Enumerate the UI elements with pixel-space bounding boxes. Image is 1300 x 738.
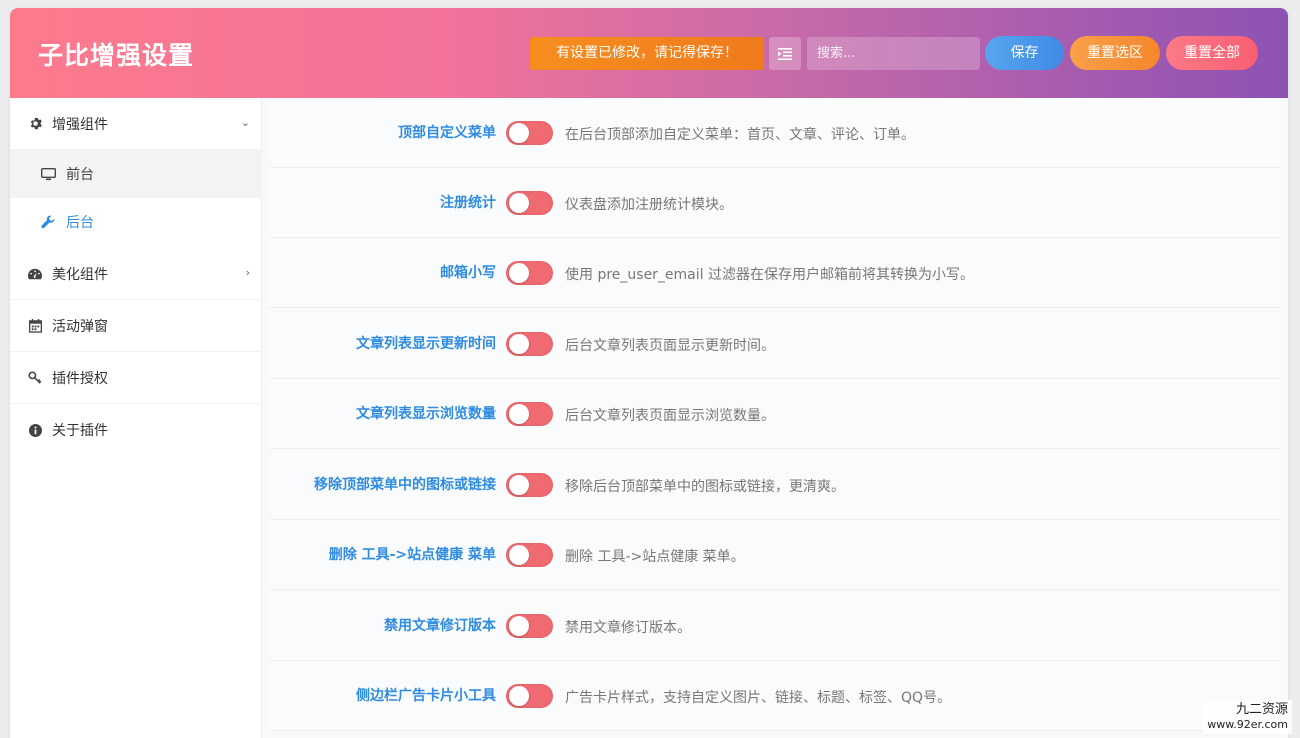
toggle-knob	[509, 193, 529, 213]
setting-row: 删除 工具->站点健康 菜单 删除 工具->站点健康 菜单。	[270, 520, 1280, 590]
setting-label: 侧边栏广告卡片小工具	[356, 688, 496, 704]
sidebar-item-label: 美化组件	[52, 266, 108, 283]
sidebar-subitem-label: 后台	[66, 215, 94, 231]
setting-row: 注册统计 仪表盘添加注册统计模块。	[270, 168, 1280, 238]
unsaved-notice: 有设置已修改，请记得保存！	[530, 37, 764, 70]
toggle-switch[interactable]	[506, 543, 553, 567]
sidebar-item-beautify[interactable]: 美化组件 ›	[10, 248, 262, 300]
watermark-line2: www.92er.com	[1207, 718, 1288, 731]
reset-all-button[interactable]: 重置全部	[1166, 36, 1258, 70]
dashboard-icon	[28, 267, 42, 281]
toggle-switch[interactable]	[506, 261, 553, 285]
setting-label: 删除 工具->站点健康 菜单	[328, 547, 496, 563]
monitor-icon	[40, 167, 56, 181]
setting-description: 后台文章列表页面显示浏览数量。	[565, 408, 775, 424]
toggle-knob	[509, 475, 529, 495]
expand-all-button[interactable]	[769, 37, 801, 70]
sidebar-item-label: 活动弹窗	[52, 318, 108, 335]
setting-label: 文章列表显示更新时间	[356, 336, 496, 352]
setting-row: 邮箱小写 使用 pre_user_email 过滤器在保存用户邮箱前将其转换为小…	[270, 238, 1280, 308]
toggle-switch[interactable]	[506, 332, 553, 356]
setting-row: 顶部自定义菜单 在后台顶部添加自定义菜单：首页、文章、评论、订单。	[270, 98, 1280, 168]
toggle-switch[interactable]	[506, 121, 553, 145]
info-icon	[28, 423, 42, 437]
setting-description: 使用 pre_user_email 过滤器在保存用户邮箱前将其转换为小写。	[565, 267, 974, 283]
toggle-switch[interactable]	[506, 191, 553, 215]
toggle-knob	[509, 263, 529, 283]
sidebar-item-about[interactable]: 关于插件	[10, 404, 262, 456]
setting-description: 禁用文章修订版本。	[565, 620, 691, 636]
setting-description: 仪表盘添加注册统计模块。	[565, 197, 733, 213]
reset-section-button[interactable]: 重置选区	[1070, 36, 1160, 70]
sidebar-item-label: 关于插件	[52, 423, 108, 439]
toggle-switch[interactable]	[506, 473, 553, 497]
sidebar: 增强组件 ⌄ 前台 后台 美化组件 › 活动弹窗 插件授权 关于插件	[10, 98, 262, 738]
setting-row: 文章列表显示更新时间 后台文章列表页面显示更新时间。	[270, 309, 1280, 379]
toggle-switch[interactable]	[506, 684, 553, 708]
wrench-icon	[40, 215, 56, 229]
sidebar-subitem-label: 前台	[66, 167, 94, 183]
gear-icon	[28, 117, 42, 131]
setting-label: 禁用文章修订版本	[384, 618, 496, 634]
setting-label: 移除顶部菜单中的图标或链接	[314, 477, 496, 493]
toggle-knob	[509, 334, 529, 354]
sidebar-item-enhance[interactable]: 增强组件 ⌄	[10, 98, 262, 150]
toggle-knob	[509, 404, 529, 424]
setting-row: 侧边栏广告卡片小工具 广告卡片样式，支持自定义图片、链接、标题、标签、QQ号。	[270, 661, 1280, 731]
sidebar-item-label: 插件授权	[52, 370, 108, 387]
setting-description: 后台文章列表页面显示更新时间。	[565, 338, 775, 354]
toggle-knob	[509, 545, 529, 565]
header-bar: 子比增强设置 有设置已修改，请记得保存！ 保存 重置选区 重置全部	[10, 8, 1288, 98]
setting-label: 顶部自定义菜单	[398, 125, 496, 141]
toggle-knob	[509, 123, 529, 143]
indent-icon	[778, 47, 792, 60]
setting-label: 注册统计	[440, 195, 496, 211]
sidebar-item-label: 增强组件	[52, 116, 108, 133]
toggle-switch[interactable]	[506, 614, 553, 638]
settings-window: 子比增强设置 有设置已修改，请记得保存！ 保存 重置选区 重置全部 增强组件 ⌄	[10, 8, 1288, 738]
setting-description: 广告卡片样式，支持自定义图片、链接、标题、标签、QQ号。	[565, 690, 952, 706]
toggle-knob	[509, 686, 529, 706]
sidebar-subitem-backend[interactable]: 后台	[10, 198, 262, 246]
setting-row: 禁用文章修订版本 禁用文章修订版本。	[270, 591, 1280, 661]
watermark: 九二资源 www.92er.com	[1203, 700, 1292, 734]
setting-description: 删除 工具->站点健康 菜单。	[565, 549, 745, 565]
toggle-switch[interactable]	[506, 402, 553, 426]
calendar-icon	[28, 318, 42, 333]
sidebar-item-popup[interactable]: 活动弹窗	[10, 300, 262, 352]
settings-panel: 顶部自定义菜单 在后台顶部添加自定义菜单：首页、文章、评论、订单。 注册统计 仪…	[262, 98, 1288, 738]
chevron-right-icon: ›	[245, 266, 250, 279]
sidebar-item-license[interactable]: 插件授权	[10, 352, 262, 404]
toggle-knob	[509, 616, 529, 636]
sidebar-subitem-frontend[interactable]: 前台	[10, 150, 262, 198]
search-input[interactable]	[807, 37, 980, 70]
setting-row: 移除顶部菜单中的图标或链接 移除后台顶部菜单中的图标或链接，更清爽。	[270, 450, 1280, 520]
chevron-down-icon: ⌄	[240, 116, 250, 129]
setting-description: 在后台顶部添加自定义菜单：首页、文章、评论、订单。	[565, 127, 915, 143]
setting-description: 移除后台顶部菜单中的图标或链接，更清爽。	[565, 479, 845, 495]
key-icon	[28, 370, 42, 385]
setting-row: 文章列表显示浏览数量 后台文章列表页面显示浏览数量。	[270, 379, 1280, 449]
setting-label: 邮箱小写	[440, 265, 496, 281]
page-title: 子比增强设置	[38, 41, 195, 70]
setting-label: 文章列表显示浏览数量	[356, 406, 496, 422]
save-button[interactable]: 保存	[985, 36, 1064, 70]
watermark-line1: 九二资源	[1235, 702, 1288, 717]
